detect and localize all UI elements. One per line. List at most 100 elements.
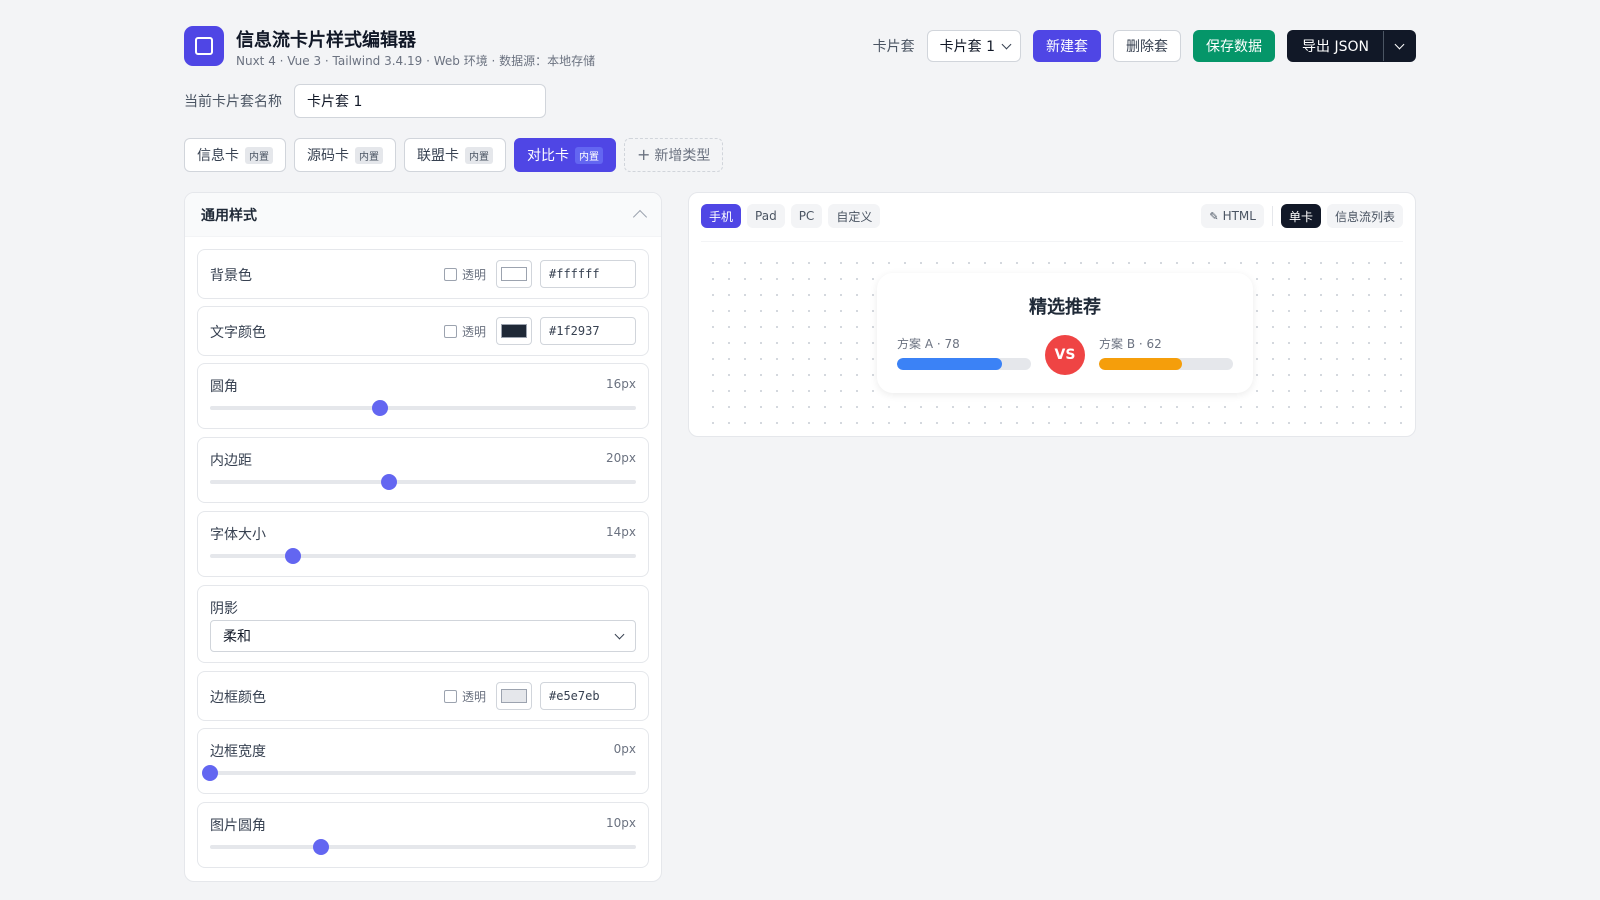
option-a: 方案 A · 78 [897, 335, 1031, 370]
card-title: 精选推荐 [1029, 297, 1101, 318]
chevron-down-icon [614, 629, 625, 640]
mode-feed-list[interactable]: 信息流列表 [1326, 204, 1403, 228]
border-width-value: 0px [613, 742, 636, 756]
image-radius-label: 图片圆角 [210, 818, 266, 834]
view-mode-switcher: ✎ HTML 单卡 信息流列表 [1201, 204, 1403, 228]
option-b-bar-fill [1099, 358, 1183, 370]
preview-panel: 手机 Pad PC 自定义 ✎ HTML 单卡 信息流列表 精选推荐 方案 A … [688, 192, 1416, 437]
border-transparent-checkbox[interactable] [443, 689, 457, 703]
export-menu-toggle[interactable] [1383, 31, 1415, 61]
set-label: 卡片套 [872, 39, 915, 55]
transparent-label: 透明 [461, 267, 486, 282]
card-type-tabs: 信息卡 内置 源码卡 内置 联盟卡 内置 对比卡 内置 + 新增类型 [184, 138, 724, 172]
bg-color-row: 背景色 透明 #ffffff [197, 249, 649, 299]
option-a-bar-fill [897, 358, 1002, 370]
text-color-controls: 透明 #1f2937 [443, 317, 636, 345]
image-radius-slider-thumb[interactable] [312, 839, 329, 855]
tab-affiliate-card[interactable]: 联盟卡 内置 [404, 138, 506, 172]
tab-info-card[interactable]: 信息卡 内置 [184, 138, 286, 172]
set-name-row: 当前卡片套名称 卡片套 1 [184, 84, 546, 118]
preview-divider [701, 241, 1403, 242]
font-size-value: 14px [606, 525, 636, 539]
option-a-bar [897, 358, 1031, 370]
padding-slider[interactable] [210, 474, 636, 490]
radius-slider[interactable] [210, 400, 636, 416]
tab-label: 联盟卡 [417, 148, 459, 164]
add-type-label: 新增类型 [654, 148, 711, 164]
text-color-hex-input[interactable]: #1f2937 [540, 317, 636, 345]
device-pc[interactable]: PC [790, 204, 823, 228]
text-transparent-checkbox[interactable] [443, 324, 457, 338]
option-a-label: 方案 A · 78 [897, 337, 960, 351]
image-radius-row: 图片圆角 10px [197, 802, 649, 868]
card-set-select[interactable]: 卡片套 1 [926, 30, 1022, 62]
border-width-label: 边框宽度 [210, 744, 266, 760]
bg-color-hex-input[interactable]: #ffffff [540, 260, 636, 288]
card-set-select-value: 卡片套 1 [939, 39, 996, 55]
compare-card-preview[interactable]: 精选推荐 方案 A · 78 VS 方案 B · 62 [877, 273, 1253, 393]
app-subtitle: Nuxt 4 · Vue 3 · Tailwind 3.4.19 · Web 环… [236, 54, 596, 68]
padding-row: 内边距 20px [197, 437, 649, 503]
border-color-label: 边框颜色 [210, 690, 266, 706]
radius-slider-thumb[interactable] [372, 400, 389, 416]
export-json-button[interactable]: 导出 JSON [1288, 31, 1383, 61]
text-color-swatch[interactable] [496, 317, 532, 345]
radius-row: 圆角 16px [197, 363, 649, 429]
preview-canvas: 精选推荐 方案 A · 78 VS 方案 B · 62 [701, 249, 1403, 427]
toolbar-divider [1271, 206, 1273, 226]
device-mobile[interactable]: 手机 [701, 204, 742, 228]
border-width-slider-thumb[interactable] [202, 765, 218, 781]
tab-compare-card[interactable]: 对比卡 内置 [514, 138, 616, 172]
font-size-label: 字体大小 [210, 527, 266, 543]
device-switcher: 手机 Pad PC 自定义 [701, 204, 881, 228]
shadow-label: 阴影 [210, 601, 238, 617]
bg-color-label: 背景色 [210, 268, 252, 284]
shadow-select[interactable]: 柔和 [210, 620, 636, 652]
export-json-group: 导出 JSON [1287, 30, 1416, 62]
app-header: 信息流卡片样式编辑器 Nuxt 4 · Vue 3 · Tailwind 3.4… [184, 26, 1416, 68]
style-panel-header[interactable]: 通用样式 [185, 193, 661, 237]
transparent-label: 透明 [461, 324, 486, 339]
add-type-button[interactable]: + 新增类型 [624, 138, 724, 172]
builtin-badge: 内置 [355, 146, 383, 164]
radius-label: 圆角 [210, 379, 238, 395]
padding-slider-thumb[interactable] [380, 474, 397, 490]
option-b-label: 方案 B · 62 [1099, 337, 1162, 351]
image-radius-slider[interactable] [210, 839, 636, 855]
save-data-button[interactable]: 保存数据 [1193, 30, 1276, 62]
vs-badge: VS [1045, 335, 1085, 375]
padding-value: 20px [606, 451, 636, 465]
set-name-input[interactable]: 卡片套 1 [294, 84, 546, 118]
mode-single-card[interactable]: 单卡 [1280, 204, 1321, 228]
border-color-hex-input[interactable]: #e5e7eb [540, 682, 636, 710]
transparent-label: 透明 [461, 689, 486, 704]
font-size-slider-thumb[interactable] [285, 548, 302, 564]
edit-html-label: HTML [1222, 209, 1256, 223]
edit-html-button[interactable]: ✎ HTML [1201, 204, 1264, 228]
tab-source-card[interactable]: 源码卡 内置 [294, 138, 396, 172]
shadow-select-value: 柔和 [223, 629, 251, 645]
option-b-bar [1099, 358, 1233, 370]
tab-label: 信息卡 [197, 148, 239, 164]
style-panel: 通用样式 背景色 透明 #ffffff 文字颜色 透明 #1f2937 圆角 1 [184, 192, 662, 882]
border-width-row: 边框宽度 0px [197, 728, 649, 794]
border-width-slider[interactable] [202, 765, 636, 781]
app-title: 信息流卡片样式编辑器 [236, 30, 416, 51]
tab-label: 对比卡 [527, 148, 569, 164]
new-set-button[interactable]: 新建套 [1033, 30, 1102, 62]
border-color-swatch[interactable] [496, 682, 532, 710]
device-pad[interactable]: Pad [747, 204, 785, 228]
text-color-row: 文字颜色 透明 #1f2937 [197, 306, 649, 356]
builtin-badge: 内置 [245, 146, 273, 164]
chevron-down-icon [1001, 39, 1012, 50]
border-color-row: 边框颜色 透明 #e5e7eb [197, 671, 649, 721]
padding-label: 内边距 [210, 453, 252, 469]
delete-set-button[interactable]: 删除套 [1113, 30, 1182, 62]
chevron-up-icon[interactable] [632, 209, 648, 225]
bg-transparent-checkbox[interactable] [443, 267, 457, 281]
bg-color-swatch[interactable] [496, 260, 532, 288]
device-custom[interactable]: 自定义 [828, 204, 881, 228]
plus-icon: + [637, 145, 651, 164]
font-size-slider[interactable] [210, 548, 636, 564]
option-b: 方案 B · 62 [1099, 335, 1233, 370]
